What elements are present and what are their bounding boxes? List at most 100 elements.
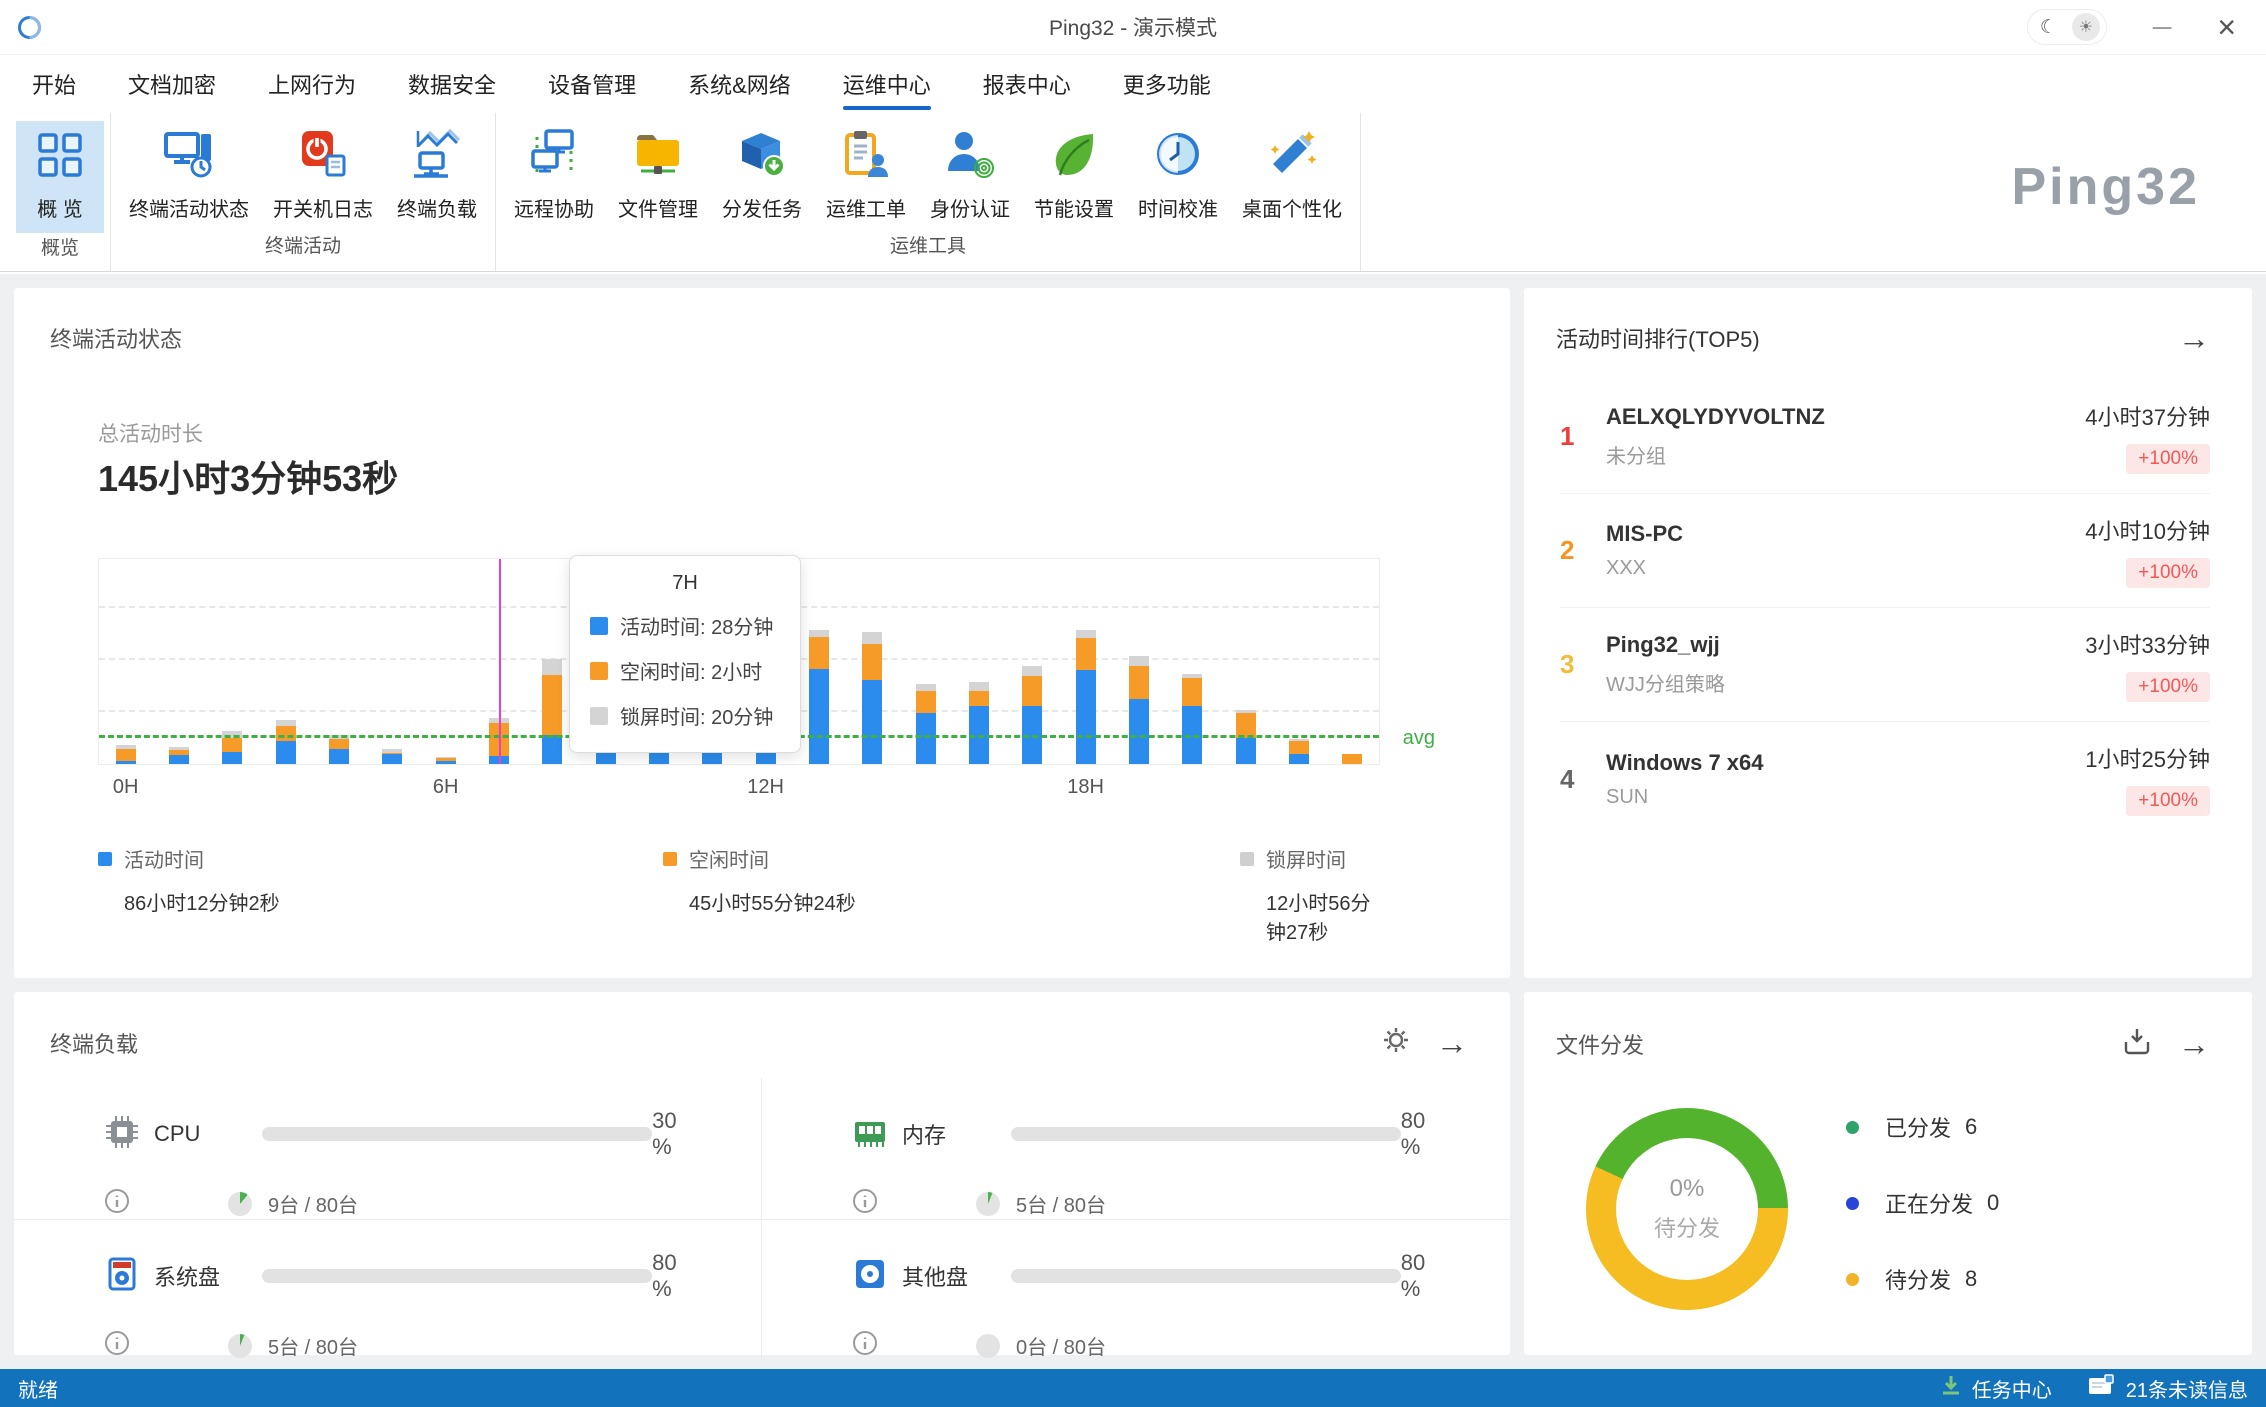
rank-number: 1 <box>1560 421 1606 452</box>
title-bar: Ping32 - 演示模式 ☾ ☀ ─ × <box>0 0 2266 55</box>
tab-system-network[interactable]: 系统&网络 <box>662 55 817 113</box>
terminal-load-button[interactable]: 终端负载 <box>385 121 489 222</box>
download-tray-icon[interactable] <box>2122 1026 2152 1061</box>
legend-value: 45小时55分钟24秒 <box>689 887 856 916</box>
info-icon[interactable] <box>104 1330 130 1361</box>
load-more-arrow-icon[interactable]: → <box>1436 1028 1468 1058</box>
clipboard-person-icon <box>841 129 891 184</box>
activity-time: 1小时25分钟 <box>2085 742 2210 774</box>
tooltip-row-text: 活动时间: 28分钟 <box>620 611 773 640</box>
identity-auth-button[interactable]: 身份认证 <box>918 121 1022 222</box>
lock-time-swatch <box>590 707 608 725</box>
chart-bar-slot <box>206 559 259 764</box>
chart-bar-slot <box>152 559 205 764</box>
terminal-name: Windows 7 x64 <box>1606 750 1764 776</box>
distribution-more-arrow-icon[interactable]: → <box>2178 1029 2210 1059</box>
tab-more[interactable]: 更多功能 <box>1097 55 1237 113</box>
legend-swatch <box>663 852 677 866</box>
tooltip-title: 7H <box>590 572 780 595</box>
remote-assist-button[interactable]: 远程协助 <box>502 121 606 222</box>
mini-ratio-donut <box>228 1192 252 1216</box>
chart-bar <box>436 757 456 764</box>
ribbon-button-label: 分发任务 <box>722 193 802 222</box>
system-disk-icon <box>104 1256 140 1297</box>
terminal-activity-card: 终端活动状态 总活动时长 145小时3分钟53秒 avg 7H 活动时间: 28… <box>14 288 1510 978</box>
terminal-group: 未分组 <box>1606 440 1825 469</box>
task-center-button[interactable]: 任务中心 <box>1940 1374 2052 1403</box>
x-axis-tick-label: 0H <box>113 776 139 799</box>
ranking-row[interactable]: 4 Windows 7 x64SUN 1小时25分钟+100% <box>1560 722 2210 836</box>
load-cell-cpu: CPU 30 % 9台 / 80台 <box>14 1078 762 1220</box>
ranking-more-arrow-icon[interactable]: → <box>2178 323 2210 353</box>
chart-crosshair <box>499 559 501 764</box>
overview-grid-icon <box>37 132 83 183</box>
energy-settings-button[interactable]: 节能设置 <box>1022 121 1126 222</box>
trend-badge: +100% <box>2126 558 2210 588</box>
file-manager-button[interactable]: 文件管理 <box>606 121 710 222</box>
sun-icon[interactable]: ☀ <box>2072 13 2100 41</box>
load-label: 系统盘 <box>154 1260 228 1292</box>
tab-start[interactable]: 开始 <box>6 55 102 113</box>
tab-device-mgmt[interactable]: 设备管理 <box>522 55 662 113</box>
ribbon: 概 览 概览 终端活动状态 开关机日志 终端负载 终端活动 远程协助 <box>0 113 2266 272</box>
tab-doc-encrypt[interactable]: 文档加密 <box>102 55 242 113</box>
chart-bar <box>969 682 989 764</box>
system-disk-progress-bar <box>262 1269 652 1283</box>
work-order-button[interactable]: 运维工单 <box>814 121 918 222</box>
ribbon-button-label: 运维工单 <box>826 193 906 222</box>
ribbon-button-label: 桌面个性化 <box>1242 193 1342 222</box>
activity-chart-plot[interactable]: avg 7H 活动时间: 28分钟 空闲时间: 2小时 锁屏时间: 20分钟 0… <box>98 558 1380 765</box>
terminal-group: SUN <box>1606 786 1764 809</box>
legend-count: 0 <box>1987 1190 1999 1216</box>
chart-bar-slot <box>1326 559 1379 764</box>
trend-badge: +100% <box>2126 672 2210 702</box>
chart-bar <box>1182 674 1202 764</box>
cpu-progress-bar <box>262 1127 652 1141</box>
legend-swatch <box>1240 852 1254 866</box>
time-calibration-button[interactable]: 时间校准 <box>1126 121 1230 222</box>
legend-pending: 待分发 8 <box>1846 1262 1999 1296</box>
power-log-button[interactable]: 开关机日志 <box>261 121 385 222</box>
chart-bar-slot <box>1006 559 1059 764</box>
load-grid: CPU 30 % 9台 / 80台 内存 80 % <box>14 1078 1510 1339</box>
load-percent: 30 % <box>652 1108 701 1160</box>
terminal-load-card: 终端负载 → CPU 30 % 9 <box>14 992 1510 1355</box>
moon-icon[interactable]: ☾ <box>2040 16 2057 39</box>
info-icon[interactable] <box>852 1188 878 1219</box>
distribute-task-button[interactable]: 分发任务 <box>710 121 814 222</box>
minimize-button[interactable]: ─ <box>2153 17 2171 37</box>
ribbon-button-label: 远程协助 <box>514 193 594 222</box>
other-disk-icon <box>852 1256 888 1297</box>
load-percent: 80 % <box>652 1250 701 1302</box>
active-time-swatch <box>590 617 608 635</box>
legend-dot <box>1846 1121 1859 1134</box>
ranking-row[interactable]: 2 MIS-PCXXX 4小时10分钟+100% <box>1560 494 2210 608</box>
ribbon-button-label: 终端负载 <box>397 193 477 222</box>
tab-ops-center[interactable]: 运维中心 <box>817 55 957 113</box>
overview-button[interactable]: 概 览 <box>16 121 104 233</box>
theme-toggle[interactable]: ☾ ☀ <box>2027 9 2107 45</box>
desktop-personalize-button[interactable]: 桌面个性化 <box>1230 121 1354 222</box>
info-icon[interactable] <box>104 1188 130 1219</box>
chart-bar-slot <box>1219 559 1272 764</box>
gear-icon[interactable] <box>1382 1026 1410 1059</box>
legend-label: 空闲时间 <box>689 844 769 873</box>
ranking-row[interactable]: 1 AELXQLYDYVOLTNZ未分组 4小时37分钟+100% <box>1560 380 2210 494</box>
terminal-activity-status-button[interactable]: 终端活动状态 <box>117 121 261 222</box>
unread-messages-button[interactable]: 21条未读信息 <box>2088 1374 2248 1403</box>
ribbon-button-label: 身份认证 <box>930 193 1010 222</box>
ribbon-button-label: 节能设置 <box>1034 193 1114 222</box>
ranking-row[interactable]: 3 Ping32_wjjWJJ分组策略 3小时33分钟+100% <box>1560 608 2210 722</box>
legend-idle-time: 空闲时间 45小时55分钟24秒 <box>663 844 856 916</box>
tab-web-behavior[interactable]: 上网行为 <box>242 55 382 113</box>
ranking-card-title: 活动时间排行(TOP5) <box>1556 322 1760 354</box>
terminal-name: MIS-PC <box>1606 521 1683 547</box>
tab-data-security[interactable]: 数据安全 <box>382 55 522 113</box>
memory-progress-bar <box>1011 1127 1401 1141</box>
tab-report-center[interactable]: 报表中心 <box>957 55 1097 113</box>
chart-bar-slot <box>259 559 312 764</box>
info-icon[interactable] <box>852 1330 878 1361</box>
close-button[interactable]: × <box>2217 15 2236 39</box>
tooltip-row-text: 空闲时间: 2小时 <box>620 656 762 685</box>
mini-ratio-donut <box>976 1192 1000 1216</box>
